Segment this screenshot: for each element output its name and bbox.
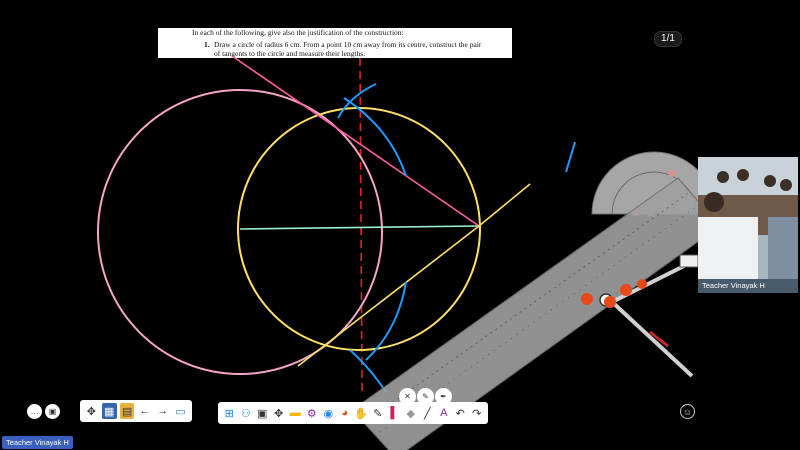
arc-upper (337, 83, 377, 119)
tangent-line-extension (478, 183, 531, 227)
move-icon[interactable]: ✥ (84, 403, 99, 419)
text-icon[interactable]: A (437, 405, 452, 421)
arrow-right-icon[interactable]: → (155, 403, 170, 419)
participant-name: Teacher Vinayak H (698, 279, 798, 293)
folder-icon[interactable]: ▬ (288, 405, 303, 421)
marker-icon[interactable]: ▌ (387, 405, 402, 421)
redo-icon[interactable]: ↷ (470, 405, 485, 421)
main-toolbar: ⊞ ⚇ ▣ ✥ ▬ ⚙ ◉ ◕ ✋ ✎ ▌ ◆ ╱ A ↶ ↷ (218, 402, 488, 424)
compass-handle-4 (604, 296, 616, 308)
pink-circle (97, 89, 383, 375)
zoom-icon[interactable]: … (27, 404, 42, 419)
participant-video: Teacher Vinayak H (698, 157, 798, 293)
browser-icon[interactable]: ◉ (321, 405, 336, 421)
image-icon[interactable]: ▣ (45, 404, 60, 419)
undo-icon[interactable]: ↶ (453, 405, 468, 421)
navigation-toolbar: ✥ ▦ ▤ ← → ▭ (80, 400, 192, 422)
drawing-canvas[interactable] (0, 0, 800, 450)
compass-handle-2 (620, 284, 632, 296)
grid-tool-icon[interactable]: ▦ (101, 403, 117, 419)
windows-icon[interactable]: ⊞ (222, 405, 237, 421)
eraser-icon[interactable]: ◆ (404, 405, 419, 421)
notes-icon[interactable]: ▤ (119, 403, 135, 419)
bottom-participant-label: Teacher Vinayak H (2, 436, 73, 449)
screenshot-icon[interactable]: ▣ (255, 405, 270, 421)
arc-stray (565, 141, 576, 173)
compass-handle-3 (637, 279, 647, 289)
pen-icon[interactable]: ✎ (371, 405, 386, 421)
line-icon[interactable]: ╱ (420, 405, 435, 421)
center-line (239, 225, 480, 230)
slides-icon[interactable]: ▭ (173, 403, 188, 419)
arrow-left-icon[interactable]: ← (137, 403, 152, 419)
tools-icon[interactable]: ⚙ (305, 405, 320, 421)
people-icon[interactable]: ⚇ (239, 405, 254, 421)
compass-handle-1 (581, 293, 593, 305)
arc-bottom (349, 349, 387, 393)
video-feed (698, 157, 798, 293)
hand-icon[interactable]: ✋ (354, 405, 369, 421)
move-icon[interactable]: ✥ (272, 405, 287, 421)
account-icon[interactable]: ☺ (680, 404, 695, 419)
color-icon[interactable]: ◕ (338, 405, 353, 421)
